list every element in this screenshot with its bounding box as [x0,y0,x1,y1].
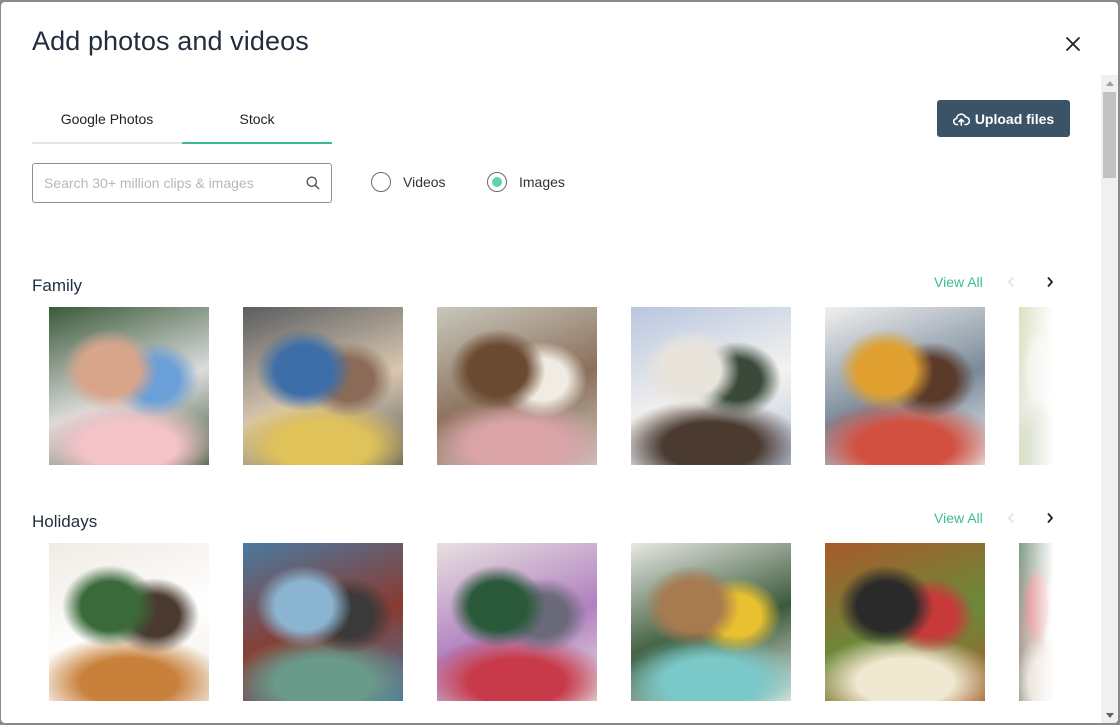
thumbnail-holidays-2[interactable] [243,543,403,701]
vertical-scrollbar[interactable] [1101,75,1118,723]
view-all-family-link[interactable]: View All [934,274,983,290]
search-button[interactable] [295,164,331,202]
upload-files-button[interactable]: Upload files [937,100,1070,137]
radio-images-label: Images [519,174,565,190]
thumbnail-family-1[interactable] [49,307,209,465]
radio-images[interactable]: Images [487,172,565,192]
dialog-title: Add photos and videos [32,26,309,56]
holidays-thumbnail-row [1,543,1071,701]
tab-google-photos[interactable]: Google Photos [32,102,182,144]
radio-videos-button[interactable] [371,172,391,192]
thumbnail-holidays-6[interactable] [1019,543,1069,701]
view-all-holidays-link[interactable]: View All [934,510,983,526]
upload-files-label: Upload files [974,110,1055,127]
thumbnail-holidays-4[interactable] [631,543,791,701]
search-box [32,163,332,203]
thumbnail-holidays-5[interactable] [825,543,985,701]
family-thumbnail-row [1,307,1071,465]
thumbnail-family-4[interactable] [631,307,791,465]
thumbnail-holidays-3[interactable] [437,543,597,701]
thumbnail-family-2[interactable] [243,307,403,465]
family-next-button[interactable] [1040,272,1060,292]
chevron-right-icon [1047,512,1054,524]
section-title-family: Family [32,276,83,295]
source-tabs: Google Photos Stock [32,102,332,144]
radio-images-button[interactable] [487,172,507,192]
radio-selected-dot [492,177,502,187]
family-prev-button[interactable] [1001,272,1021,292]
holidays-next-button[interactable] [1040,508,1060,528]
scrollbar-thumb[interactable] [1103,92,1116,178]
close-icon [1066,37,1080,51]
thumbnail-family-5[interactable] [825,307,985,465]
chevron-right-icon [1047,276,1054,288]
scroll-up-button[interactable] [1101,75,1118,91]
arrow-up-icon [1105,80,1114,86]
thumbnail-family-3[interactable] [437,307,597,465]
search-input[interactable] [33,164,295,202]
holidays-prev-button[interactable] [1001,508,1021,528]
arrow-down-icon [1105,712,1114,718]
tab-stock[interactable]: Stock [182,102,332,144]
chevron-left-icon [1007,512,1014,524]
add-media-dialog: Add photos and videos Google Photos Stoc… [1,2,1118,723]
chevron-left-icon [1007,276,1014,288]
section-title-holidays: Holidays [32,512,98,531]
thumbnail-family-6[interactable] [1019,307,1069,465]
thumbnail-holidays-1[interactable] [49,543,209,701]
search-icon [306,176,320,190]
radio-videos-label: Videos [403,174,446,190]
radio-videos[interactable]: Videos [371,172,446,192]
scroll-down-button[interactable] [1101,707,1118,723]
close-button[interactable] [1061,32,1085,56]
cloud-upload-icon [952,112,970,126]
